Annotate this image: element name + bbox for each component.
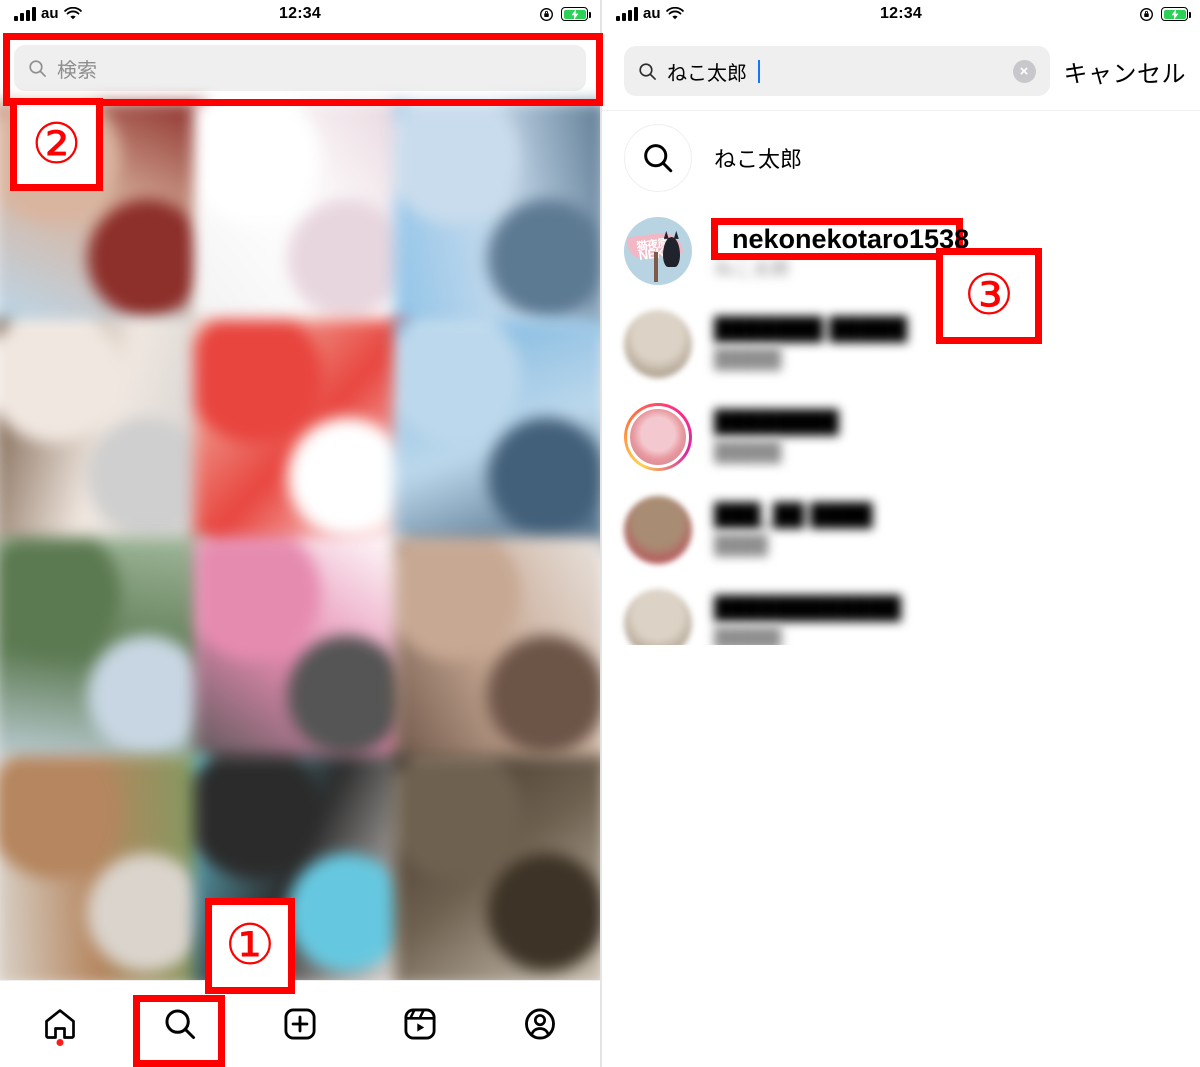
tab-search[interactable] [150, 994, 210, 1054]
result-text: ねこ太郎 [714, 142, 802, 174]
search-result-row[interactable]: ███████ █████ █████ [602, 297, 1200, 390]
search-icon [165, 1009, 195, 1039]
annotation-highlight-username: nekonekotaro1538 [711, 218, 969, 260]
annotation-badge-2: ② [10, 98, 103, 191]
annotation-badge-3: ③ [936, 248, 1042, 344]
home-notification-dot [56, 1039, 64, 1046]
result-title: ███████ █████ [714, 316, 908, 341]
explore-search-bar-container[interactable]: 検索 [0, 28, 600, 108]
right-phone-screen: au 12:34 ねこ太郎 × キャンセル ねこ太郎 猫夜原 ねこ太郎 ████… [600, 0, 1200, 1067]
search-bar-container[interactable]: ねこ太郎 × キャンセル [602, 28, 1200, 114]
explore-tile[interactable] [194, 319, 406, 551]
explore-tile[interactable] [0, 537, 207, 769]
search-placeholder: 検索 [57, 59, 97, 82]
explore-tile[interactable] [394, 319, 600, 551]
neko-profile-photo: 猫夜原NEKO [624, 216, 692, 285]
explore-tile[interactable] [0, 319, 207, 551]
tab-reels[interactable] [390, 994, 450, 1054]
search-result-row[interactable]: ████████ █████ [602, 390, 1200, 483]
reels-icon [404, 1008, 436, 1040]
annotation-username-text: nekonekotaro1538 [732, 223, 970, 254]
clock-label: 12:34 [880, 5, 922, 22]
battery-charging-icon [561, 7, 591, 21]
search-icon [639, 62, 656, 80]
avatar [624, 309, 692, 378]
tab-profile[interactable] [510, 994, 570, 1054]
profile-icon [525, 1008, 555, 1040]
result-title: ████████████ [714, 595, 902, 620]
text-caret [758, 59, 760, 83]
tab-home[interactable] [30, 994, 90, 1054]
result-subtitle: █████ [714, 628, 782, 645]
explore-tile[interactable] [394, 755, 600, 987]
avatar [624, 495, 692, 564]
result-title: ███_██ ████ [714, 502, 873, 527]
explore-photo-grid[interactable] [0, 101, 600, 987]
search-icon-circle [624, 123, 692, 192]
result-title: ████████ [714, 409, 839, 434]
tab-create[interactable] [270, 994, 330, 1054]
result-text: ███_██ ████ ████ [714, 502, 873, 557]
avatar [624, 588, 692, 645]
result-subtitle: ████ [714, 535, 768, 556]
search-input[interactable]: ねこ太郎 × [624, 46, 1050, 96]
search-input[interactable]: 検索 [14, 45, 586, 91]
explore-tile[interactable] [0, 755, 207, 987]
result-title: ねこ太郎 [714, 146, 803, 172]
result-subtitle: █████ [714, 442, 782, 463]
status-bar-right: au 12:34 [602, 0, 1200, 28]
annotation-badge-1: ① [205, 898, 295, 994]
clear-circle-icon[interactable]: × [1012, 59, 1036, 83]
cancel-button[interactable]: キャンセル [1064, 54, 1187, 89]
result-subtitle: █████ [714, 349, 782, 370]
search-result-row[interactable]: ████████████ █████ [602, 576, 1200, 645]
search-icon [29, 59, 46, 77]
battery-charging-icon [1161, 7, 1191, 21]
explore-tile[interactable] [194, 537, 406, 769]
result-text: ████████ █████ [714, 409, 839, 464]
clock-label: 12:34 [279, 5, 321, 22]
result-text: ███████ █████ █████ [714, 316, 907, 371]
search-result-row[interactable]: ███_██ ████ ████ [602, 483, 1200, 576]
explore-tile[interactable] [194, 101, 406, 333]
home-icon [45, 1009, 75, 1039]
avatar-with-story-ring [624, 402, 692, 471]
search-result-row[interactable]: ねこ太郎 [602, 111, 1200, 204]
plus-square-icon [284, 1008, 316, 1040]
explore-tile[interactable] [394, 101, 600, 333]
result-text: ████████████ █████ [714, 595, 901, 645]
search-query-value: ねこ太郎 [667, 62, 747, 85]
search-icon [644, 143, 673, 172]
status-bar-left: au 12:34 [0, 0, 600, 28]
avatar: 猫夜原NEKO [624, 216, 692, 285]
explore-tile[interactable] [394, 537, 600, 769]
search-results-list[interactable]: ねこ太郎猫夜原NEKOnekonekotaro1538ねこ太郎███████ █… [602, 110, 1200, 645]
bottom-tab-bar[interactable] [0, 980, 600, 1067]
